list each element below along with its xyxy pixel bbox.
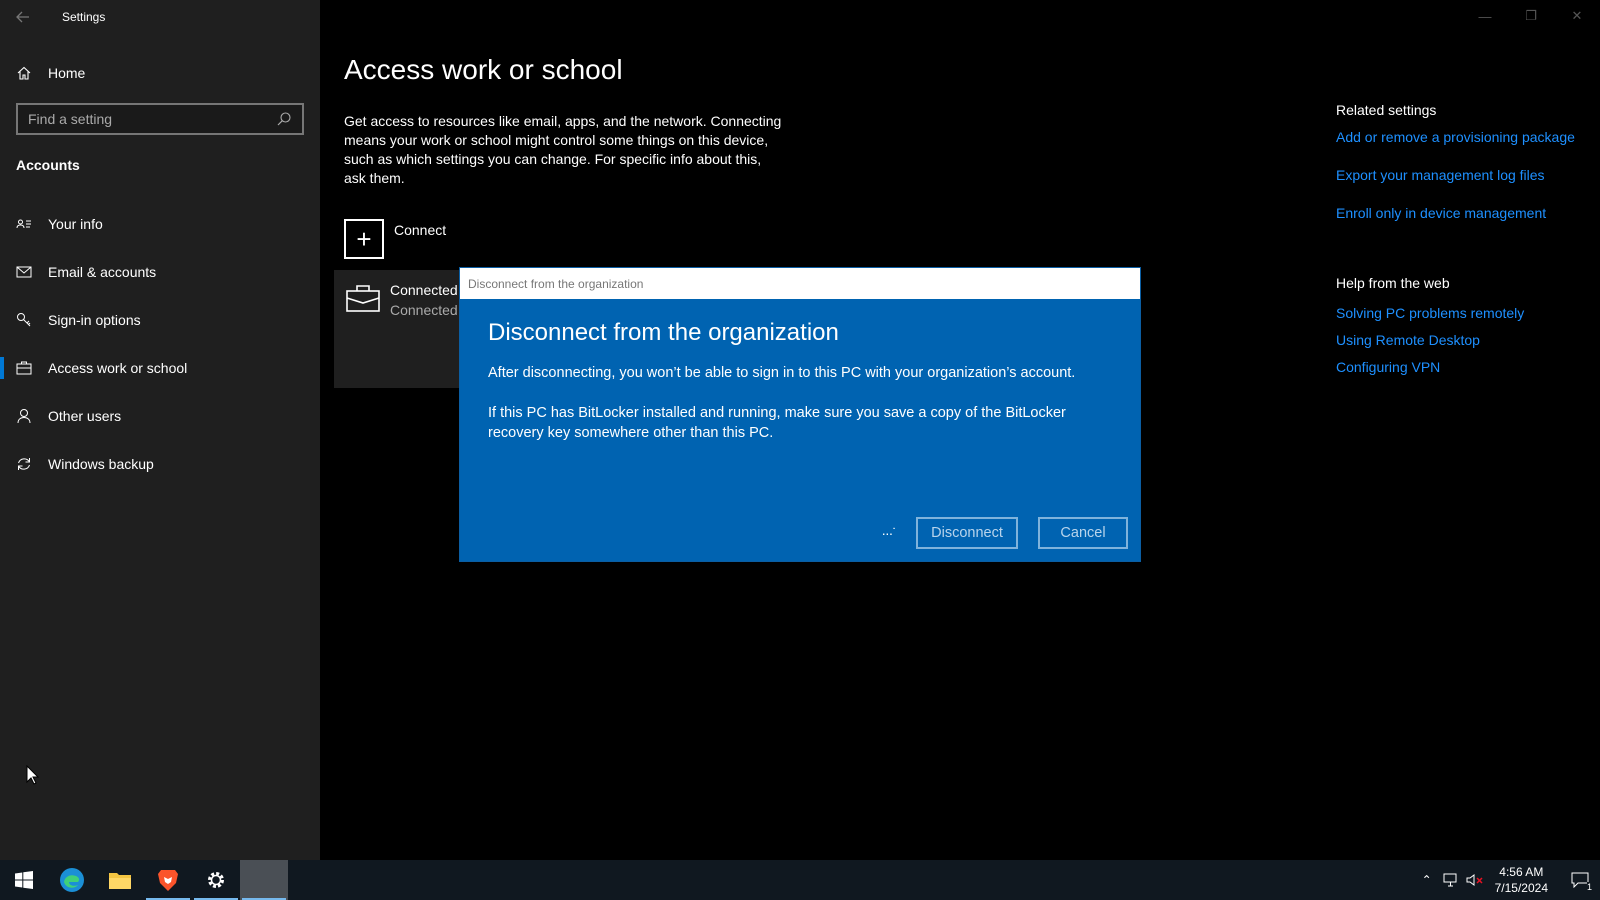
mouse-pointer-icon <box>26 764 40 790</box>
sidebar-item-other-users[interactable]: Other users <box>0 392 320 440</box>
sync-icon <box>16 456 32 472</box>
restore-button[interactable]: ❐ <box>1508 0 1554 32</box>
home-nav-item[interactable]: Home <box>0 56 320 90</box>
connect-button[interactable]: + Connect <box>344 219 446 259</box>
search-icon[interactable] <box>276 111 292 127</box>
loading-spinner-icon: ···˙ <box>881 525 897 541</box>
close-icon: ✕ <box>1571 8 1583 23</box>
page-description: Get access to resources like email, apps… <box>344 113 782 186</box>
dialog-actions: ···˙ Disconnect Cancel <box>881 517 1128 549</box>
notification-count-badge: 1 <box>1586 882 1592 892</box>
folder-icon <box>109 873 131 889</box>
briefcase-icon <box>346 284 380 317</box>
disconnect-dialog: Disconnect from the organization Disconn… <box>459 267 1141 562</box>
help-heading: Help from the web <box>1336 275 1450 291</box>
link-provisioning-package[interactable]: Add or remove a provisioning package <box>1336 129 1596 145</box>
window-controls: — ❐ ✕ <box>1462 0 1600 32</box>
home-label: Home <box>48 65 86 81</box>
settings-sidebar: Settings Home Accounts Your info Email &… <box>0 0 320 860</box>
clock-time: 4:56 AM <box>1499 865 1544 879</box>
taskbar-file-explorer[interactable] <box>96 860 144 900</box>
disconnect-button[interactable]: Disconnect <box>916 517 1018 549</box>
nav-list: Your info Email & accounts Sign-in optio… <box>0 200 320 488</box>
mail-icon <box>16 264 32 280</box>
link-remote-desktop[interactable]: Using Remote Desktop <box>1336 332 1596 348</box>
link-solving-pc-problems[interactable]: Solving PC problems remotely <box>1336 305 1596 321</box>
sidebar-item-your-info[interactable]: Your info <box>0 200 320 248</box>
sidebar-item-label: Other users <box>48 408 122 424</box>
dialog-message: After disconnecting, you won’t be able t… <box>488 365 1076 381</box>
close-button[interactable]: ✕ <box>1554 0 1600 32</box>
title-bar: Settings <box>0 0 320 34</box>
page-title: Access work or school <box>344 54 623 85</box>
back-button[interactable] <box>0 0 46 34</box>
network-icon[interactable] <box>1439 873 1463 887</box>
system-tray: ⌃ 4:56 AM 7/15/2024 1 <box>1415 860 1600 900</box>
edge-browser-icon <box>60 868 84 892</box>
clock-date: 7/15/2024 <box>1494 881 1548 895</box>
app-title: Settings <box>62 10 106 24</box>
sidebar-item-label: Access work or school <box>48 360 188 376</box>
account-title: Connected <box>390 282 458 298</box>
windows-logo-icon <box>15 871 33 889</box>
dialog-title-bar: Disconnect from the organization <box>460 268 1140 299</box>
help-from-web: Help from the web Solving PC problems re… <box>1336 275 1596 386</box>
taskbar-brave[interactable] <box>144 860 192 900</box>
volume-muted-icon[interactable] <box>1463 873 1487 887</box>
home-icon <box>16 65 32 81</box>
show-hidden-icons-chevron-icon[interactable]: ⌃ <box>1415 873 1439 887</box>
contact-card-icon <box>16 216 32 232</box>
sidebar-item-access-work-school[interactable]: Access work or school <box>0 344 320 392</box>
account-status: Connected <box>390 302 458 318</box>
sidebar-item-email-accounts[interactable]: Email & accounts <box>0 248 320 296</box>
person-icon <box>16 408 32 424</box>
link-enroll-device-management[interactable]: Enroll only in device management <box>1336 205 1596 221</box>
minimize-button[interactable]: — <box>1462 0 1508 32</box>
taskbar-active-window[interactable] <box>240 860 288 900</box>
cancel-button[interactable]: Cancel <box>1038 517 1128 549</box>
plus-icon: + <box>344 219 384 259</box>
link-configuring-vpn[interactable]: Configuring VPN <box>1336 359 1596 375</box>
link-export-management-logs[interactable]: Export your management log files <box>1336 167 1596 183</box>
sidebar-item-label: Your info <box>48 216 103 232</box>
gear-icon <box>208 872 224 888</box>
briefcase-icon <box>16 360 32 376</box>
connect-label: Connect <box>394 222 447 238</box>
related-settings: Related settings Add or remove a provisi… <box>1336 102 1596 243</box>
key-icon <box>16 312 32 328</box>
dialog-body: Disconnect from the organization After d… <box>460 299 1140 443</box>
search-input[interactable] <box>28 111 276 127</box>
related-settings-heading: Related settings <box>1336 102 1437 118</box>
brave-browser-icon <box>158 870 178 891</box>
taskbar-settings[interactable] <box>192 860 240 900</box>
minimize-icon: — <box>1478 8 1492 24</box>
clock[interactable]: 4:56 AM 7/15/2024 <box>1495 864 1548 896</box>
sidebar-item-label: Sign-in options <box>48 312 141 328</box>
sidebar-item-label: Windows backup <box>48 456 154 472</box>
taskbar-edge[interactable] <box>48 860 96 900</box>
dialog-heading: Disconnect from the organization <box>488 319 839 346</box>
search-box[interactable] <box>16 103 304 135</box>
back-arrow-icon <box>16 11 29 23</box>
action-center-button[interactable]: 1 <box>1560 860 1600 900</box>
sidebar-item-windows-backup[interactable]: Windows backup <box>0 440 320 488</box>
section-heading: Accounts <box>16 157 80 173</box>
sidebar-item-sign-in-options[interactable]: Sign-in options <box>0 296 320 344</box>
sidebar-item-label: Email & accounts <box>48 264 157 280</box>
restore-icon: ❐ <box>1525 8 1537 23</box>
start-button[interactable] <box>0 860 48 900</box>
dialog-bitlocker-note: If this PC has BitLocker installed and r… <box>488 405 1066 441</box>
taskbar: ⌃ 4:56 AM 7/15/2024 1 <box>0 860 1600 900</box>
